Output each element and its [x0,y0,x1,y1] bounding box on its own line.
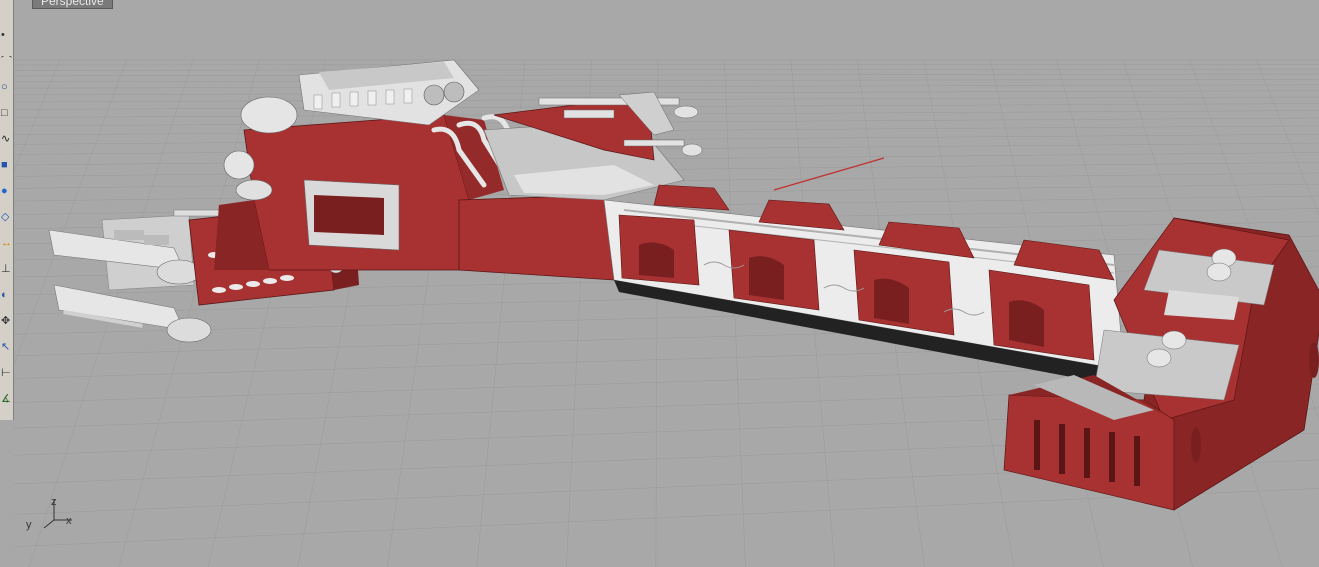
ship-spine [603,184,1125,385]
left-toolbar: • ⌒ ○ □ ∿ ■ ● ◇ ↔ ⊥ ◐ ✥ ↖ ⊢ ∡ [0,0,14,420]
pan-tool-icon[interactable]: ✥ [1,316,12,327]
y-axis-label: y [26,519,32,531]
viewport-scene[interactable]: z x y [14,0,1319,567]
curve-tool-icon[interactable]: ⌒ [1,56,12,67]
circle-tool-icon[interactable]: ○ [1,82,12,93]
left-engine-cluster [48,214,212,343]
sphere-solid-icon[interactable]: ● [1,186,12,197]
x-axis-line [773,157,885,191]
transform-tool-icon[interactable]: ↔ [1,238,12,249]
x-axis-label: x [66,515,72,527]
surface-tool-icon[interactable]: ◇ [1,212,12,223]
box-solid-icon[interactable]: ■ [1,160,12,171]
polyline-tool-icon[interactable]: ∿ [1,134,12,145]
point-tool-icon[interactable]: • [1,30,12,41]
render-tool-icon[interactable]: ◐ [1,290,12,301]
rectangle-tool-icon[interactable]: □ [1,108,12,119]
select-tool-icon[interactable]: ↖ [1,342,12,353]
viewport-title-tab[interactable]: Perspective [32,0,113,9]
z-axis-label: z [51,496,57,508]
analyze-tool-icon[interactable]: ∡ [1,394,12,405]
spaceship-model[interactable] [48,59,1319,511]
measure-tool-icon[interactable]: ⊢ [1,368,12,379]
dimension-tool-icon[interactable]: ⊥ [1,264,12,275]
perspective-viewport[interactable]: Perspective z x y [14,0,1319,567]
